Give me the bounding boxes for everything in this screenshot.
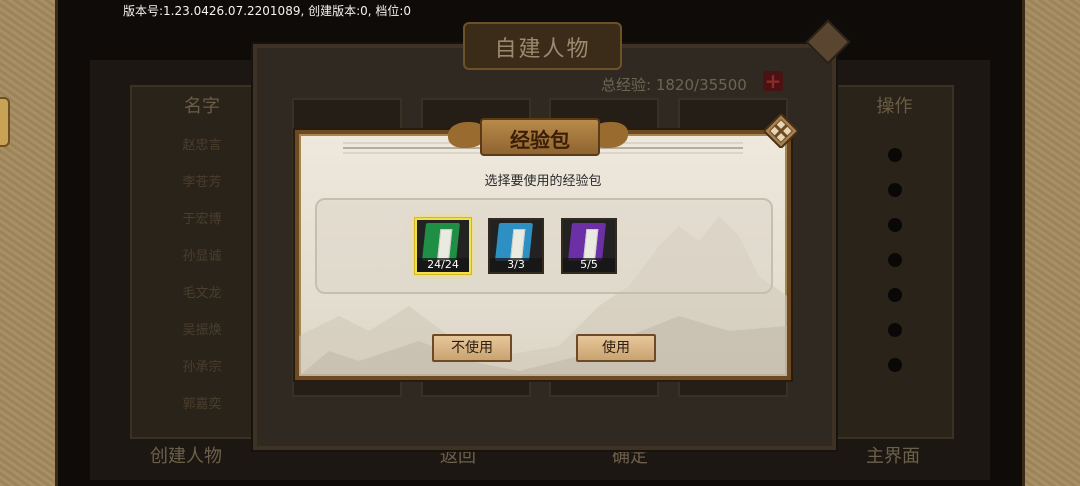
background-ops-column: 操作 <box>835 85 954 439</box>
exp-book-item-green[interactable]: 24/24 <box>415 218 471 274</box>
list-item: 郭嘉奕 <box>182 397 222 412</box>
item-count: 3/3 <box>490 258 542 272</box>
book-label-strip <box>583 229 599 261</box>
list-item: 李苍芳 <box>182 175 222 190</box>
exp-total-label: 总经验: <box>601 76 652 94</box>
radio-icon <box>887 288 902 302</box>
dialog-subtitle: 选择要使用的经验包 <box>484 174 602 189</box>
radio-icon <box>887 218 902 232</box>
exp-book-item-blue[interactable]: 3/3 <box>488 218 544 274</box>
exp-book-icon <box>422 223 460 261</box>
cancel-button[interactable]: 不使用 <box>432 334 512 362</box>
use-button[interactable]: 使用 <box>576 334 656 362</box>
close-icon[interactable] <box>764 114 798 148</box>
list-item: 赵忠言 <box>182 138 222 153</box>
list-item: 孙显诚 <box>182 249 222 264</box>
exp-total-value: 1820/35500 <box>655 76 747 94</box>
panel-title-plate: 自建人物 <box>463 22 622 70</box>
radio-icon <box>887 323 902 337</box>
create-character-button: 创建人物 <box>150 446 222 467</box>
list-item: 毛文龙 <box>182 286 222 301</box>
ops-header: 操作 <box>876 96 913 117</box>
panel-title: 自建人物 <box>494 37 591 62</box>
exp-book-icon <box>568 223 606 261</box>
list-item: 于宏博 <box>182 212 222 227</box>
item-area: 24/24 3/3 5/5 <box>315 198 773 294</box>
dialog-title: 经验包 <box>510 128 570 152</box>
dialog-title-ornament: 经验包 <box>448 112 628 158</box>
radio-icon <box>887 358 902 372</box>
exp-book-item-purple[interactable]: 5/5 <box>561 218 617 274</box>
list-header: 名字 <box>184 96 220 117</box>
exp-pack-dialog: 选择要使用的经验包 24/24 3/3 5/5 不使用 使用 <box>295 130 791 380</box>
radio-icon <box>887 148 902 162</box>
radio-icon <box>887 253 902 267</box>
item-count: 24/24 <box>417 258 469 272</box>
exp-total: 总经验: 1820/35500 <box>601 74 747 95</box>
left-border <box>0 0 58 486</box>
list-item: 孙承宗 <box>182 360 222 375</box>
exp-book-icon <box>495 223 533 261</box>
book-label-strip <box>437 229 453 261</box>
version-text: 版本号:1.23.0426.07.2201089, 创建版本:0, 档位:0 <box>123 4 412 18</box>
right-border <box>1022 0 1080 486</box>
plus-icon: + <box>763 69 783 93</box>
item-count: 5/5 <box>563 258 615 272</box>
radio-icon <box>887 183 902 197</box>
list-item: 吴振焕 <box>182 323 222 338</box>
main-menu-button: 主界面 <box>866 446 920 467</box>
book-label-strip <box>510 229 526 261</box>
side-tab-handle[interactable] <box>0 97 10 147</box>
